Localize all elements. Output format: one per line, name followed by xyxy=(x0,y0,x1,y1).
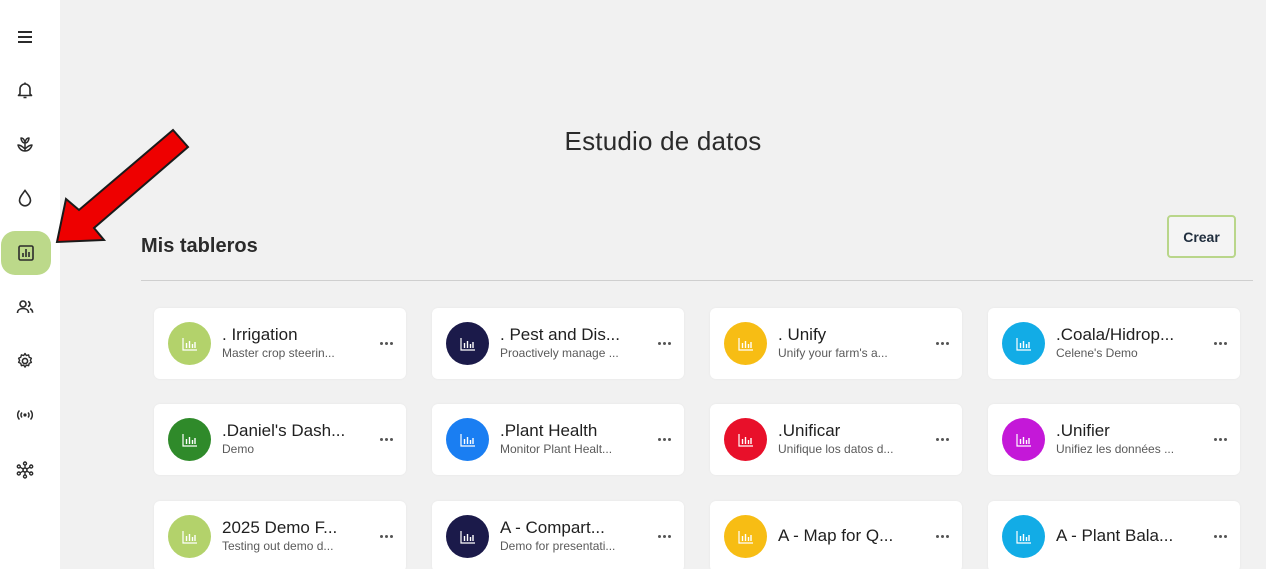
sidebar-item-data-studio[interactable] xyxy=(1,231,51,275)
sidebar xyxy=(0,0,60,569)
dashboard-title: 2025 Demo F... xyxy=(222,518,338,537)
network-icon xyxy=(16,461,34,479)
dashboard-title: . Irrigation xyxy=(222,325,298,344)
dashboard-avatar xyxy=(168,515,211,558)
sidebar-item-irrigation[interactable] xyxy=(0,176,50,220)
dashboard-card[interactable]: .Unifier Unifiez les données ... xyxy=(988,404,1240,475)
dashboard-subtitle: Unifique los datos d... xyxy=(778,442,894,456)
dashboard-avatar xyxy=(446,418,489,461)
dashboard-title: .Plant Health xyxy=(500,421,598,440)
sidebar-item-users[interactable] xyxy=(0,285,50,329)
dashboard-card[interactable]: . Unify Unify your farm's a... xyxy=(710,308,962,379)
dashboard-subtitle: Master crop steerin... xyxy=(222,346,335,360)
bar-chart-icon xyxy=(181,337,198,351)
dashboard-title: . Unify xyxy=(778,325,827,344)
dashboard-subtitle: Celene's Demo xyxy=(1056,346,1138,360)
dashboard-card[interactable]: A - Plant Bala... xyxy=(988,501,1240,569)
bell-icon xyxy=(17,82,33,99)
create-button[interactable]: Crear xyxy=(1167,215,1236,258)
menu-button[interactable] xyxy=(0,15,50,59)
dashboard-title: .Coala/Hidrop... xyxy=(1056,325,1175,344)
page-title: Estudio de datos xyxy=(564,126,762,156)
dashboard-avatar xyxy=(446,515,489,558)
sidebar-item-crops[interactable] xyxy=(0,122,50,166)
dashboard-card[interactable]: 2025 Demo F... Testing out demo d... xyxy=(154,501,406,569)
dashboard-avatar xyxy=(724,515,767,558)
dashboard-card[interactable]: .Unificar Unifique los datos d... xyxy=(710,404,962,475)
more-options-icon[interactable] xyxy=(1212,430,1228,448)
more-options-icon[interactable] xyxy=(656,527,672,545)
dashboard-subtitle: Monitor Plant Healt... xyxy=(500,442,613,456)
divider xyxy=(141,280,1253,281)
more-options-icon[interactable] xyxy=(656,430,672,448)
dashboard-title: .Unificar xyxy=(778,421,841,440)
sidebar-item-settings[interactable] xyxy=(0,339,50,383)
bar-chart-icon xyxy=(459,433,476,447)
dashboard-avatar xyxy=(168,322,211,365)
more-options-icon[interactable] xyxy=(1212,527,1228,545)
bar-chart-icon xyxy=(18,245,34,261)
bar-chart-icon xyxy=(181,433,198,447)
dashboard-title: A - Compart... xyxy=(500,518,605,537)
app-root: Estudio de datos Mis tableros Crear . Ir… xyxy=(0,0,1266,569)
dashboard-title: A - Plant Bala... xyxy=(1056,526,1174,545)
dashboard-title: A - Map for Q... xyxy=(778,526,894,545)
dashboard-subtitle: Demo xyxy=(222,442,255,456)
bar-chart-icon xyxy=(459,530,476,544)
dashboard-subtitle: Proactively manage ... xyxy=(500,346,619,360)
dashboard-avatar xyxy=(1002,515,1045,558)
dashboard-card[interactable]: A - Map for Q... xyxy=(710,501,962,569)
dashboard-card[interactable]: .Daniel's Dash... Demo xyxy=(154,404,406,475)
more-options-icon[interactable] xyxy=(934,334,950,352)
more-options-icon[interactable] xyxy=(934,527,950,545)
more-options-icon[interactable] xyxy=(378,430,394,448)
bar-chart-icon xyxy=(737,530,754,544)
bar-chart-icon xyxy=(1015,530,1032,544)
dashboard-avatar xyxy=(1002,322,1045,365)
bar-chart-icon xyxy=(1015,337,1032,351)
gear-icon xyxy=(17,352,33,368)
sidebar-item-sensors[interactable] xyxy=(0,393,50,437)
dashboard-avatar xyxy=(168,418,211,461)
dashboard-avatar xyxy=(724,418,767,461)
dashboard-avatar xyxy=(446,322,489,365)
dashboard-card[interactable]: . Pest and Dis... Proactively manage ... xyxy=(432,308,684,379)
dashboard-subtitle: Demo for presentati... xyxy=(500,539,616,553)
dashboard-card[interactable]: A - Compart... Demo for presentati... xyxy=(432,501,684,569)
water-drop-icon xyxy=(18,189,32,207)
dashboard-subtitle: Unifiez les données ... xyxy=(1056,442,1175,456)
dashboard-title: .Daniel's Dash... xyxy=(222,421,346,440)
more-options-icon[interactable] xyxy=(656,334,672,352)
dashboard-subtitle: Unify your farm's a... xyxy=(778,346,888,360)
sidebar-item-notifications[interactable] xyxy=(0,68,50,112)
more-options-icon[interactable] xyxy=(378,527,394,545)
bar-chart-icon xyxy=(459,337,476,351)
plant-icon xyxy=(17,137,33,152)
dashboard-subtitle: Testing out demo d... xyxy=(222,539,334,553)
dashboard-card[interactable]: .Coala/Hidrop... Celene's Demo xyxy=(988,308,1240,379)
more-options-icon[interactable] xyxy=(378,334,394,352)
more-options-icon[interactable] xyxy=(1212,334,1228,352)
dashboard-title: . Pest and Dis... xyxy=(500,325,620,344)
bar-chart-icon xyxy=(737,433,754,447)
bar-chart-icon xyxy=(737,337,754,351)
bar-chart-icon xyxy=(181,530,198,544)
dashboard-avatar xyxy=(724,322,767,365)
menu-icon xyxy=(18,31,32,43)
sidebar-item-integrations[interactable] xyxy=(0,448,50,492)
dashboard-title: .Unifier xyxy=(1056,421,1110,440)
bar-chart-icon xyxy=(1015,433,1032,447)
users-icon xyxy=(16,300,34,314)
dashboard-card[interactable]: . Irrigation Master crop steerin... xyxy=(154,308,406,379)
section-title: Mis tableros xyxy=(141,235,258,257)
broadcast-icon xyxy=(17,409,33,421)
dashboard-card[interactable]: .Plant Health Monitor Plant Healt... xyxy=(432,404,684,475)
dashboard-avatar xyxy=(1002,418,1045,461)
more-options-icon[interactable] xyxy=(934,430,950,448)
